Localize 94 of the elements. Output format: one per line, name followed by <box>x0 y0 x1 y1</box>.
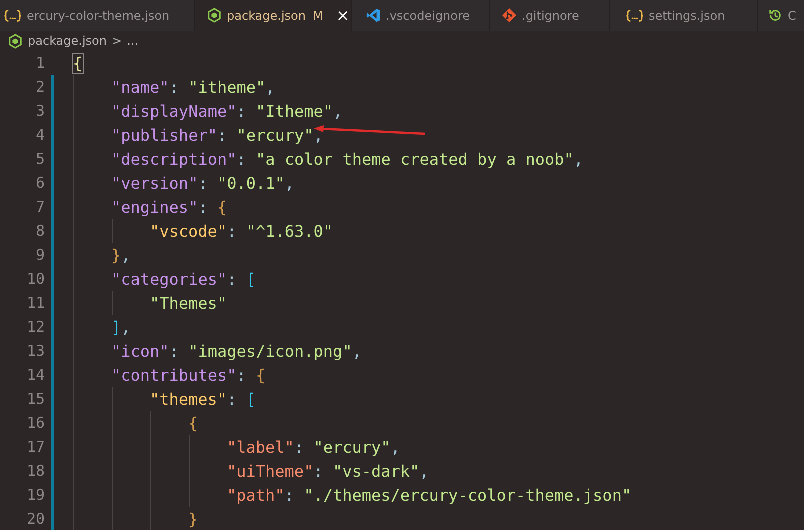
json-key: "themes" <box>150 390 228 408</box>
breadcrumb-item[interactable]: package.json <box>28 34 108 48</box>
punctuation: : <box>198 198 209 216</box>
punctuation: , <box>284 174 295 192</box>
string-value: "^1.63.0" <box>246 222 334 240</box>
line-number: 12 <box>26 318 45 336</box>
string-value: "0.0.1" <box>217 174 285 192</box>
string-value: "Themes" <box>150 294 228 312</box>
json-key: "publisher" <box>112 126 218 144</box>
json-key: "engines" <box>112 198 198 216</box>
breadcrumb-separator: > <box>112 34 122 48</box>
punctuation: : <box>227 270 238 288</box>
json-key: "vscode" <box>150 222 228 240</box>
punctuation: , <box>390 438 400 456</box>
bracket: [ <box>246 390 256 408</box>
bracket: [ <box>246 270 256 288</box>
json-key: "contributes" <box>112 366 237 384</box>
brace: { <box>256 366 266 384</box>
editor-tab[interactable]: ercury-color-theme.json <box>0 0 195 31</box>
brace: { <box>188 414 198 432</box>
line-number: 20 <box>26 510 45 528</box>
string-value: "a color theme created by a noob" <box>256 150 574 168</box>
string-value: "vs-dark" <box>332 462 420 480</box>
string-value: "ercury" <box>314 438 391 456</box>
json-key: "displayName" <box>112 102 237 120</box>
brace: { <box>73 54 83 72</box>
braces-icon <box>4 8 22 22</box>
string-value: "ercury" <box>236 126 314 144</box>
line-number: 16 <box>26 414 45 432</box>
json-key: "version" <box>112 174 198 192</box>
string-value: "images/icon.png" <box>188 342 352 360</box>
brace: { <box>217 198 228 216</box>
hexagon-icon <box>207 8 222 23</box>
punctuation: , <box>574 150 584 168</box>
ribbon-icon <box>366 8 381 23</box>
string-value: "./themes/ercury-color-theme.json" <box>304 486 632 504</box>
line-number: 17 <box>26 438 45 456</box>
line-number: 15 <box>26 390 45 408</box>
line-number: 9 <box>34 246 45 264</box>
punctuation: : <box>169 342 180 360</box>
line-number: 3 <box>34 102 45 120</box>
braces-icon <box>626 8 644 22</box>
punctuation: : <box>236 150 248 168</box>
breadcrumb-item[interactable]: ... <box>127 34 139 48</box>
line-number: 18 <box>26 462 45 480</box>
line-number: 2 <box>34 78 45 96</box>
string-value: "Itheme" <box>256 102 334 120</box>
line-number: 4 <box>34 126 45 144</box>
history-icon <box>768 8 783 23</box>
brace: } <box>188 510 198 528</box>
punctuation: , <box>420 462 430 480</box>
line-number: 14 <box>26 366 45 384</box>
punctuation: : <box>198 174 209 192</box>
json-key: "categories" <box>112 270 228 288</box>
punctuation: , <box>121 246 131 264</box>
punctuation: , <box>352 342 362 360</box>
json-key: "label" <box>227 438 294 456</box>
punctuation: , <box>121 318 131 336</box>
punctuation: : <box>314 462 324 480</box>
json-key: "name" <box>112 78 170 96</box>
punctuation: : <box>236 102 248 120</box>
punctuation: , <box>314 126 324 144</box>
line-number: 1 <box>34 54 45 72</box>
punctuation: : <box>294 438 306 456</box>
line-number: 19 <box>26 486 45 504</box>
line-number: 6 <box>34 174 45 192</box>
hexagon-icon <box>8 34 23 48</box>
line-number: 7 <box>34 198 45 216</box>
json-key: "path" <box>227 486 285 504</box>
brace: } <box>112 246 122 264</box>
editor-tab[interactable]: package.json M × <box>195 0 352 31</box>
punctuation: : <box>227 222 238 240</box>
string-value: "itheme" <box>188 78 266 96</box>
punctuation: : <box>217 126 228 144</box>
json-key: "description" <box>112 150 237 168</box>
punctuation: , <box>333 102 343 120</box>
editor-tab[interactable]: C <box>758 0 804 31</box>
punctuation: , <box>266 78 276 96</box>
editor-tab[interactable]: .vscodeignore <box>352 0 490 31</box>
punctuation: : <box>169 78 180 96</box>
punctuation: : <box>227 390 238 408</box>
editor-tab[interactable]: .gitignore <box>490 0 610 31</box>
punctuation: : <box>284 486 296 504</box>
line-number: 8 <box>34 222 45 240</box>
bracket: ] <box>112 318 122 336</box>
line-number: 5 <box>34 150 45 168</box>
editor-tab[interactable]: settings.json <box>610 0 758 31</box>
line-number: 10 <box>26 270 45 288</box>
json-key: "icon" <box>112 342 170 360</box>
line-number: 13 <box>26 342 45 360</box>
json-key: "uiTheme" <box>227 462 314 480</box>
line-number: 11 <box>26 294 45 312</box>
git-icon <box>502 8 517 23</box>
punctuation: : <box>236 366 248 384</box>
